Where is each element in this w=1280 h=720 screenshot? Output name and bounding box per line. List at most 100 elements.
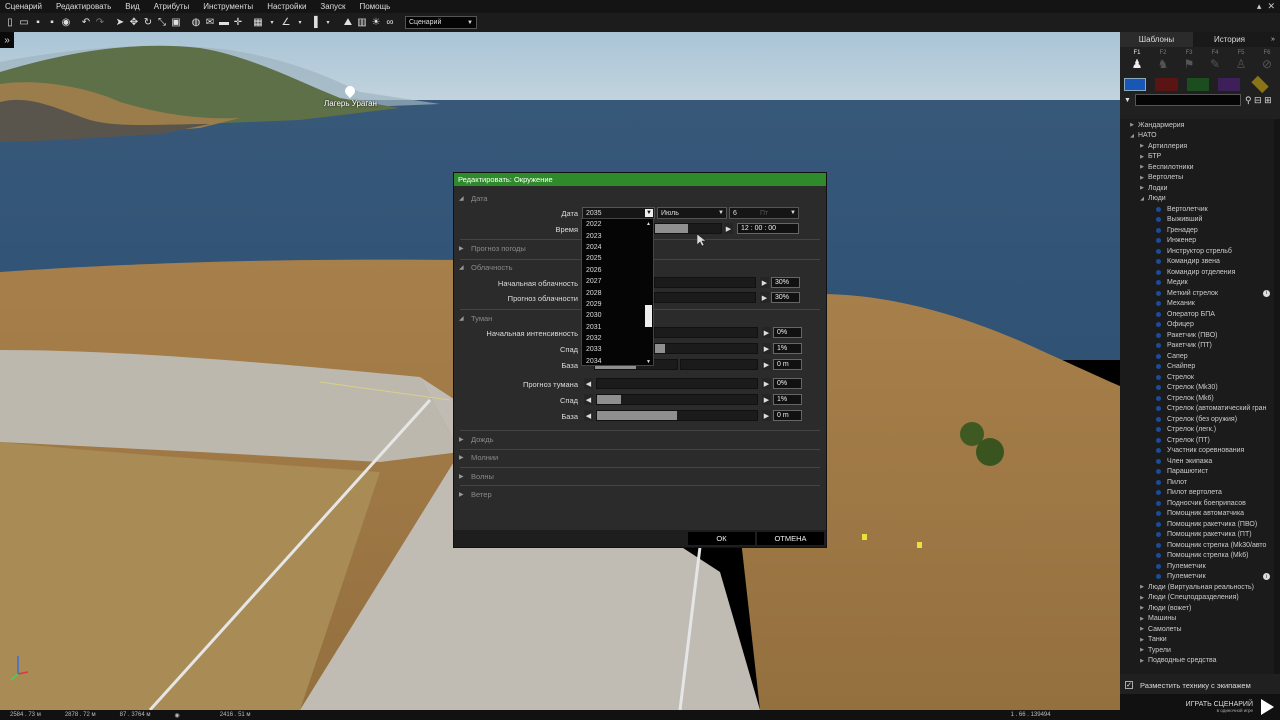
- menu-scenario[interactable]: Сценарий: [0, 2, 49, 11]
- minus-icon[interactable]: ▬: [218, 17, 230, 29]
- tree-item[interactable]: Гренадер: [1120, 225, 1280, 236]
- grid-icon[interactable]: ▦: [252, 17, 264, 29]
- tree-item[interactable]: Инструктор стрельб: [1120, 246, 1280, 257]
- scale-icon[interactable]: ⤡: [156, 17, 168, 29]
- chevron-down-icon[interactable]: ▼: [1124, 97, 1131, 104]
- section-waves[interactable]: ▶ Волны: [454, 471, 828, 481]
- tree-item[interactable]: Член экипажа: [1120, 456, 1280, 467]
- overcast-start-slider[interactable]: [654, 277, 756, 288]
- buildings-icon[interactable]: ▥: [356, 17, 368, 29]
- year-dropdown-list[interactable]: 2022 2023 2024 2025 2026 2027 2028 2029 2030 2031…: [581, 218, 654, 366]
- tree-item[interactable]: Меткий стрелок i: [1120, 288, 1280, 299]
- year-option[interactable]: 2033: [582, 344, 653, 355]
- redo-icon[interactable]: ↷: [94, 17, 106, 29]
- tree-item[interactable]: ▶ Машины: [1120, 614, 1280, 625]
- tree-item[interactable]: Стрелок (автоматический гран: [1120, 404, 1280, 415]
- tree-item[interactable]: Участник соревнования: [1120, 446, 1280, 457]
- tree-item[interactable]: Пулеметчик: [1120, 561, 1280, 572]
- faction-f5[interactable]: F5 ♙: [1228, 49, 1254, 71]
- publish-icon[interactable]: ◉: [60, 17, 72, 29]
- play-scenario-button[interactable]: ИГРАТЬ СЦЕНАРИЙ в одиночной игре: [1120, 694, 1280, 720]
- ruler-icon[interactable]: ▐: [308, 17, 320, 29]
- time-field[interactable]: 12 : 00 : 00: [737, 223, 799, 234]
- cancel-button[interactable]: ОТМЕНА: [757, 532, 824, 545]
- section-date[interactable]: ◢ Дата: [454, 193, 828, 203]
- minimize-icon[interactable]: ▴: [1257, 1, 1262, 12]
- overcast-forecast-slider[interactable]: [654, 292, 756, 303]
- year-option[interactable]: 2024: [582, 242, 653, 253]
- menu-play[interactable]: Запуск: [313, 2, 352, 11]
- mail-icon[interactable]: ✉: [204, 17, 216, 29]
- overcast-forecast-field[interactable]: 30%: [771, 292, 800, 303]
- tree-item[interactable]: ▶ Артиллерия: [1120, 141, 1280, 152]
- tree-item[interactable]: Ракетчик (ПВО): [1120, 330, 1280, 341]
- tree-item[interactable]: Ракетчик (ПТ): [1120, 341, 1280, 352]
- tree-item[interactable]: Парашютист: [1120, 467, 1280, 478]
- year-option[interactable]: 2027: [582, 276, 653, 287]
- tree-item[interactable]: Помощник автоматчика: [1120, 509, 1280, 520]
- fog-decay2-decrease-button[interactable]: ◀: [584, 394, 593, 405]
- year-option[interactable]: 2022: [582, 219, 653, 230]
- search-icon[interactable]: ⚲: [1245, 95, 1252, 105]
- binoculars-icon[interactable]: ∞: [384, 17, 396, 29]
- section-lightning[interactable]: ▶ Молнии: [454, 452, 828, 462]
- year-option[interactable]: 2032: [582, 333, 653, 344]
- location-marker[interactable]: Лагерь Ураган: [324, 83, 377, 108]
- globe-icon[interactable]: ◍: [190, 17, 202, 29]
- expand-left-panel-button[interactable]: »: [0, 32, 14, 48]
- fog-decay-slider[interactable]: [654, 343, 758, 354]
- rotate-icon[interactable]: ↻: [142, 17, 154, 29]
- tree-item[interactable]: ▶ Жандармерия: [1120, 120, 1280, 131]
- fog-base2-decrease-button[interactable]: ◀: [584, 410, 593, 421]
- tree-item[interactable]: Офицер: [1120, 320, 1280, 331]
- tree-item[interactable]: Пулеметчик i: [1120, 572, 1280, 583]
- tree-item[interactable]: Оператор БПА: [1120, 309, 1280, 320]
- chevron-right-icon[interactable]: ▶: [1128, 122, 1136, 128]
- fog-base-increase-button[interactable]: ▶: [762, 359, 771, 370]
- open-folder-icon[interactable]: ▭: [18, 17, 30, 29]
- center-icon[interactable]: ✛: [232, 17, 244, 29]
- tree-item[interactable]: Пилот: [1120, 477, 1280, 488]
- day-select[interactable]: 6 Пт ▼: [729, 207, 799, 219]
- fog-decay-increase-button[interactable]: ▶: [762, 343, 771, 354]
- side-blufor-swatch[interactable]: [1124, 77, 1147, 91]
- tree-item[interactable]: Помощник ракетчика (ПТ): [1120, 530, 1280, 541]
- chevron-right-icon[interactable]: ▶: [1138, 595, 1146, 601]
- year-option[interactable]: 2030: [582, 310, 653, 321]
- chevron-right-icon[interactable]: ▶: [1138, 164, 1146, 170]
- mode-select[interactable]: Сценарий ▼: [405, 16, 477, 29]
- fog-base2-field[interactable]: 0 m: [773, 410, 802, 421]
- year-option[interactable]: 2026: [582, 265, 653, 276]
- menu-edit[interactable]: Редактировать: [49, 2, 118, 11]
- chevron-right-icon[interactable]: ▶: [1138, 154, 1146, 160]
- tree-item[interactable]: Подносчик боеприпасов: [1120, 498, 1280, 509]
- fog-decay2-increase-button[interactable]: ▶: [762, 394, 771, 405]
- info-icon[interactable]: i: [1263, 289, 1270, 297]
- tree-item[interactable]: ▶ Турели: [1120, 645, 1280, 656]
- faction-f2[interactable]: F2 ♞: [1150, 49, 1176, 71]
- tree-item[interactable]: Медик: [1120, 278, 1280, 289]
- ok-button[interactable]: ОК: [688, 532, 755, 545]
- tree-item[interactable]: Инженер: [1120, 236, 1280, 247]
- menu-view[interactable]: Вид: [118, 2, 146, 11]
- tree-item[interactable]: ▶ Люди (Спецподразделения): [1120, 593, 1280, 604]
- overcast-start-increase-button[interactable]: ▶: [760, 277, 769, 288]
- chevron-right-icon[interactable]: ▶: [1138, 605, 1146, 611]
- overcast-forecast-increase-button[interactable]: ▶: [760, 292, 769, 303]
- tree-scrollbar[interactable]: [1274, 119, 1280, 674]
- menu-tools[interactable]: Инструменты: [196, 2, 260, 11]
- search-input[interactable]: [1134, 94, 1241, 106]
- chevron-right-icon[interactable]: ▶: [1138, 626, 1146, 632]
- year-option[interactable]: 2029: [582, 299, 653, 310]
- chevron-down-icon-3[interactable]: ▾: [322, 17, 334, 29]
- chevron-right-icon[interactable]: ▶: [1138, 658, 1146, 664]
- tree-item[interactable]: ◢ Люди: [1120, 194, 1280, 205]
- tree-item[interactable]: Стрелок (ПТ): [1120, 435, 1280, 446]
- tree-item[interactable]: Сапер: [1120, 351, 1280, 362]
- chevron-down-icon[interactable]: ▼: [645, 359, 652, 365]
- info-icon[interactable]: i: [1263, 573, 1270, 581]
- tree-item[interactable]: Помощник стрелка (Mk30/авто: [1120, 540, 1280, 551]
- fog-base2-increase-button[interactable]: ▶: [762, 410, 771, 421]
- tab-templates[interactable]: Шаблоны: [1120, 32, 1193, 47]
- overcast-start-field[interactable]: 30%: [771, 277, 800, 288]
